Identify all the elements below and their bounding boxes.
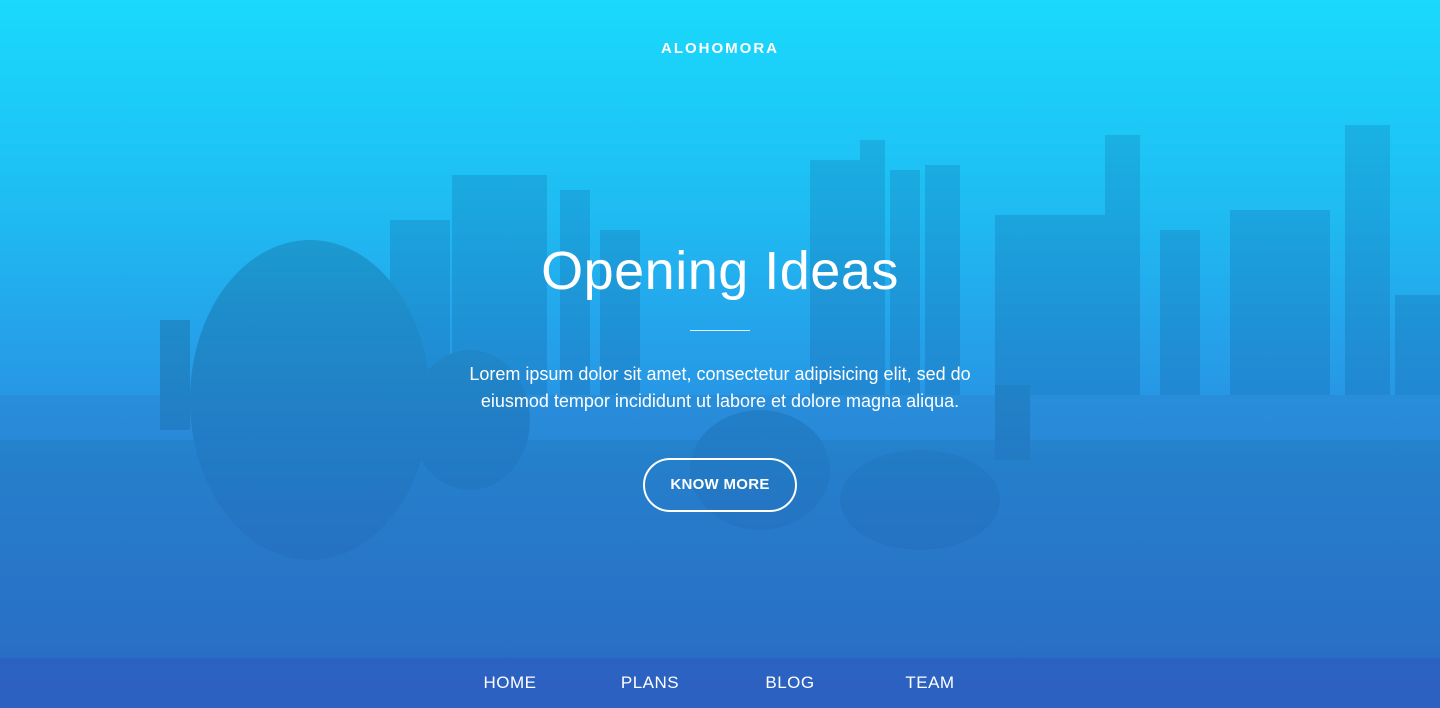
- nav-item-plans[interactable]: PLANS: [580, 673, 720, 693]
- brand-logo[interactable]: ALOHOMORA: [0, 40, 1440, 57]
- hero-content: Opening Ideas Lorem ipsum dolor sit amet…: [0, 240, 1440, 512]
- title-divider: [690, 330, 750, 331]
- nav-item-blog[interactable]: BLOG: [720, 673, 860, 693]
- nav-item-home[interactable]: HOME: [440, 673, 580, 693]
- bottom-navigation: HOME PLANS BLOG TEAM: [0, 658, 1440, 708]
- hero-title: Opening Ideas: [541, 241, 899, 301]
- nav-item-team[interactable]: TEAM: [860, 673, 1000, 693]
- hero-section: ALOHOMORA Opening Ideas Lorem ipsum dolo…: [0, 0, 1440, 708]
- hero-description: Lorem ipsum dolor sit amet, consectetur …: [469, 364, 971, 411]
- know-more-button[interactable]: KNOW MORE: [643, 458, 797, 512]
